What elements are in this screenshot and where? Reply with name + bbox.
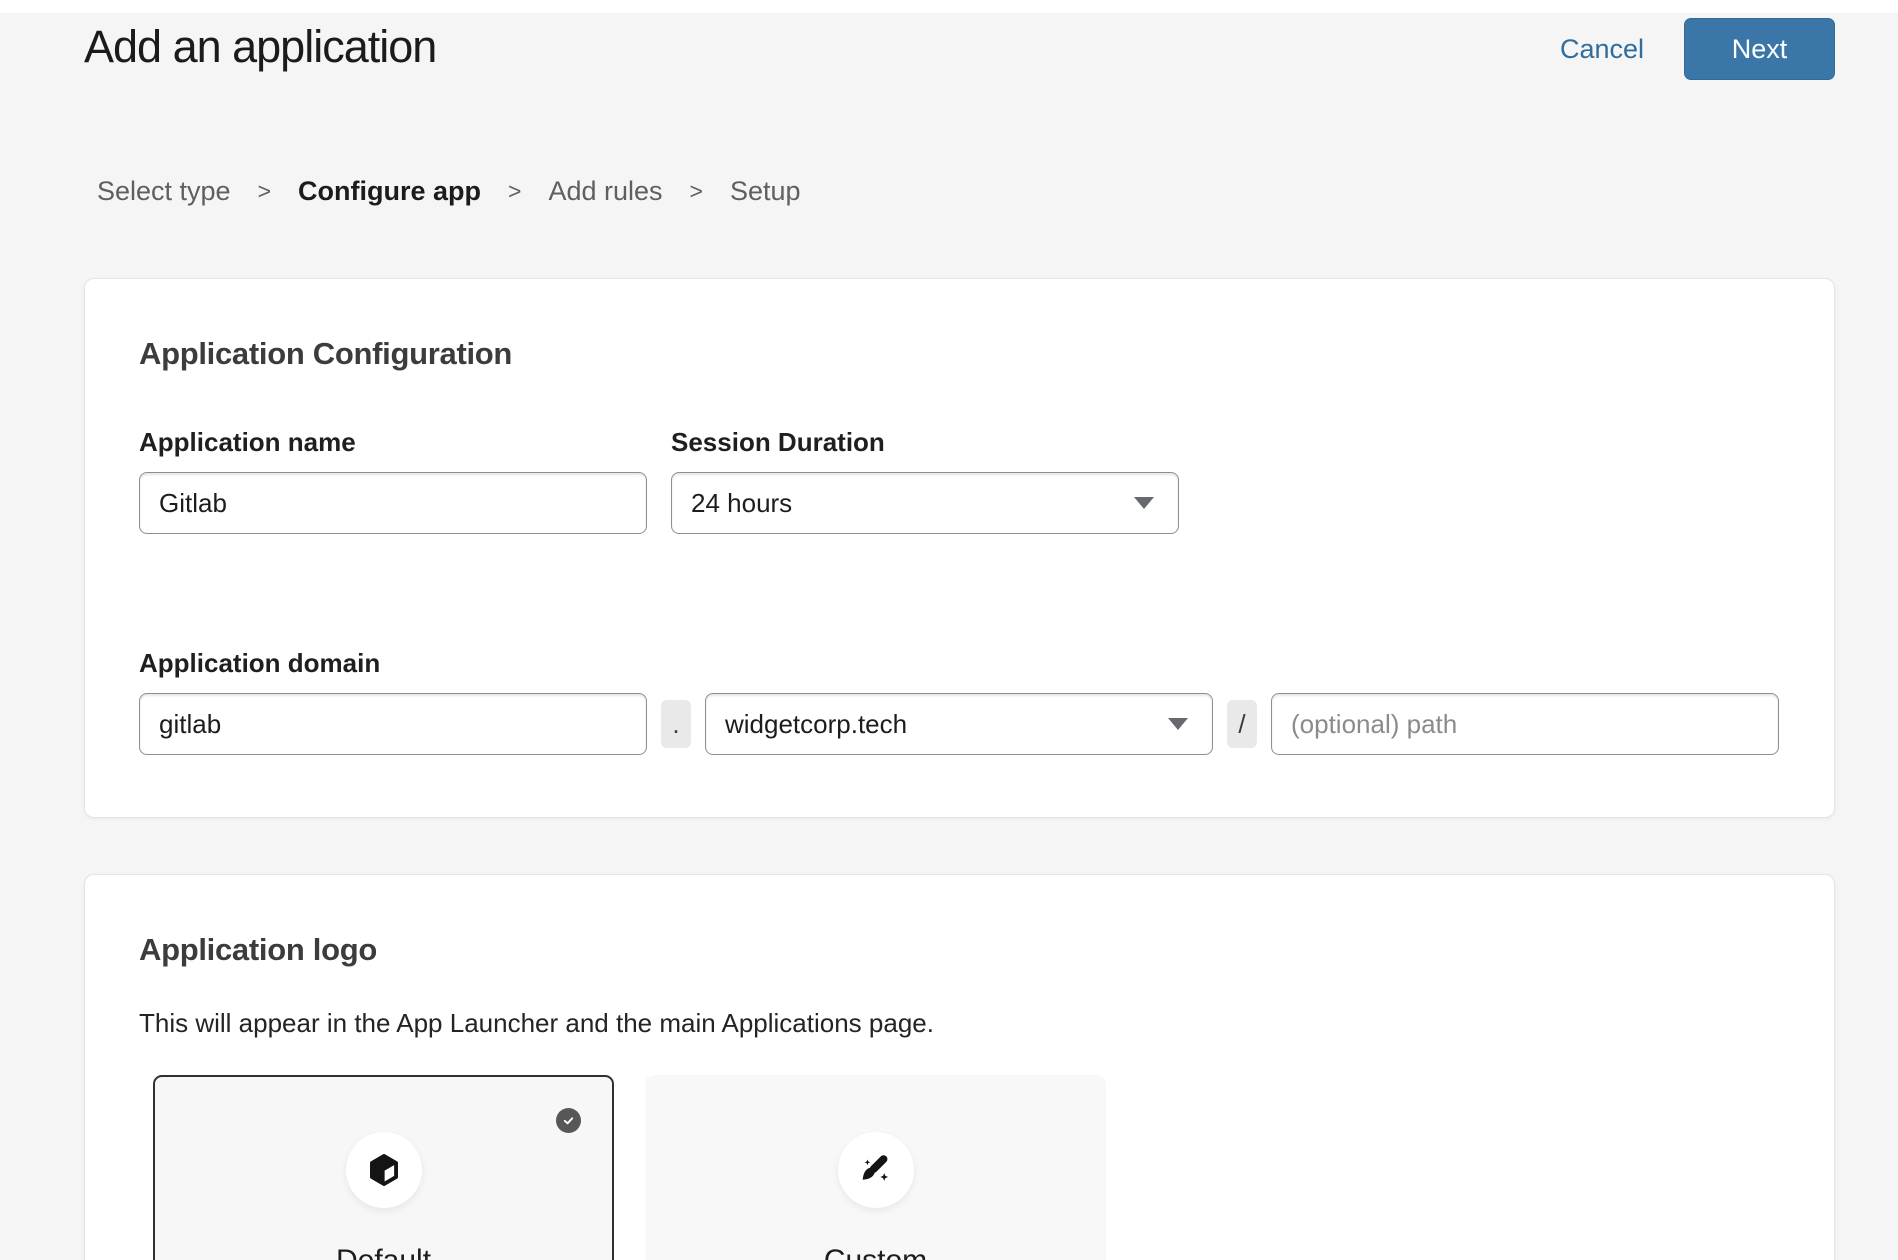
dot-separator: .	[661, 700, 691, 748]
chevron-down-icon	[1168, 718, 1188, 730]
breadcrumb-step-select-type[interactable]: Select type	[97, 176, 231, 207]
top-white-strip	[0, 0, 1898, 13]
application-configuration-heading: Application Configuration	[139, 279, 1780, 372]
application-configuration-card: Application Configuration Application na…	[84, 278, 1835, 818]
application-logo-description: This will appear in the App Launcher and…	[139, 1008, 1780, 1039]
breadcrumb-separator: >	[690, 178, 703, 205]
application-logo-card: Application logo This will appear in the…	[84, 874, 1835, 1260]
breadcrumb-step-add-rules[interactable]: Add rules	[548, 176, 662, 207]
header-actions: Cancel Next	[1560, 18, 1835, 80]
name-duration-row: Application name Session Duration 24 hou…	[139, 426, 1780, 534]
application-name-input[interactable]	[139, 472, 647, 534]
subdomain-input[interactable]	[139, 693, 647, 755]
breadcrumb-separator: >	[258, 178, 271, 205]
breadcrumb-step-configure-app[interactable]: Configure app	[298, 176, 481, 207]
application-domain-label: Application domain	[139, 647, 1780, 679]
breadcrumb: Select type > Configure app > Add rules …	[97, 176, 1898, 207]
application-domain-row: . widgetcorp.tech /	[139, 693, 1780, 755]
logo-options-row: Default Custom	[153, 1075, 1780, 1260]
page-header: Add an application Cancel Next	[0, 13, 1898, 80]
application-name-field: Application name	[139, 426, 647, 534]
chevron-down-icon	[1134, 497, 1154, 509]
logo-option-custom[interactable]: Custom	[645, 1075, 1106, 1260]
session-duration-label: Session Duration	[671, 426, 1179, 458]
logo-option-default[interactable]: Default	[153, 1075, 614, 1260]
domain-select-value: widgetcorp.tech	[725, 709, 907, 740]
application-logo-heading: Application logo	[139, 875, 1780, 968]
check-icon	[561, 1113, 576, 1128]
selected-badge	[556, 1108, 581, 1133]
session-duration-select[interactable]: 24 hours	[671, 472, 1179, 534]
logo-option-label: Default	[336, 1244, 431, 1260]
session-duration-value: 24 hours	[691, 488, 792, 519]
logo-option-label: Custom	[824, 1244, 927, 1260]
domain-select[interactable]: widgetcorp.tech	[705, 693, 1213, 755]
path-input[interactable]	[1271, 693, 1779, 755]
slash-separator: /	[1227, 700, 1257, 748]
application-name-label: Application name	[139, 426, 647, 458]
next-button[interactable]: Next	[1684, 18, 1835, 80]
default-logo-circle	[346, 1132, 422, 1208]
cancel-button[interactable]: Cancel	[1560, 34, 1644, 65]
breadcrumb-step-setup[interactable]: Setup	[730, 176, 801, 207]
custom-logo-circle	[838, 1132, 914, 1208]
paintbrush-icon	[856, 1150, 896, 1190]
session-duration-field: Session Duration 24 hours	[671, 426, 1179, 534]
breadcrumb-separator: >	[508, 178, 521, 205]
cube-icon	[365, 1151, 403, 1189]
page-title: Add an application	[84, 18, 436, 76]
